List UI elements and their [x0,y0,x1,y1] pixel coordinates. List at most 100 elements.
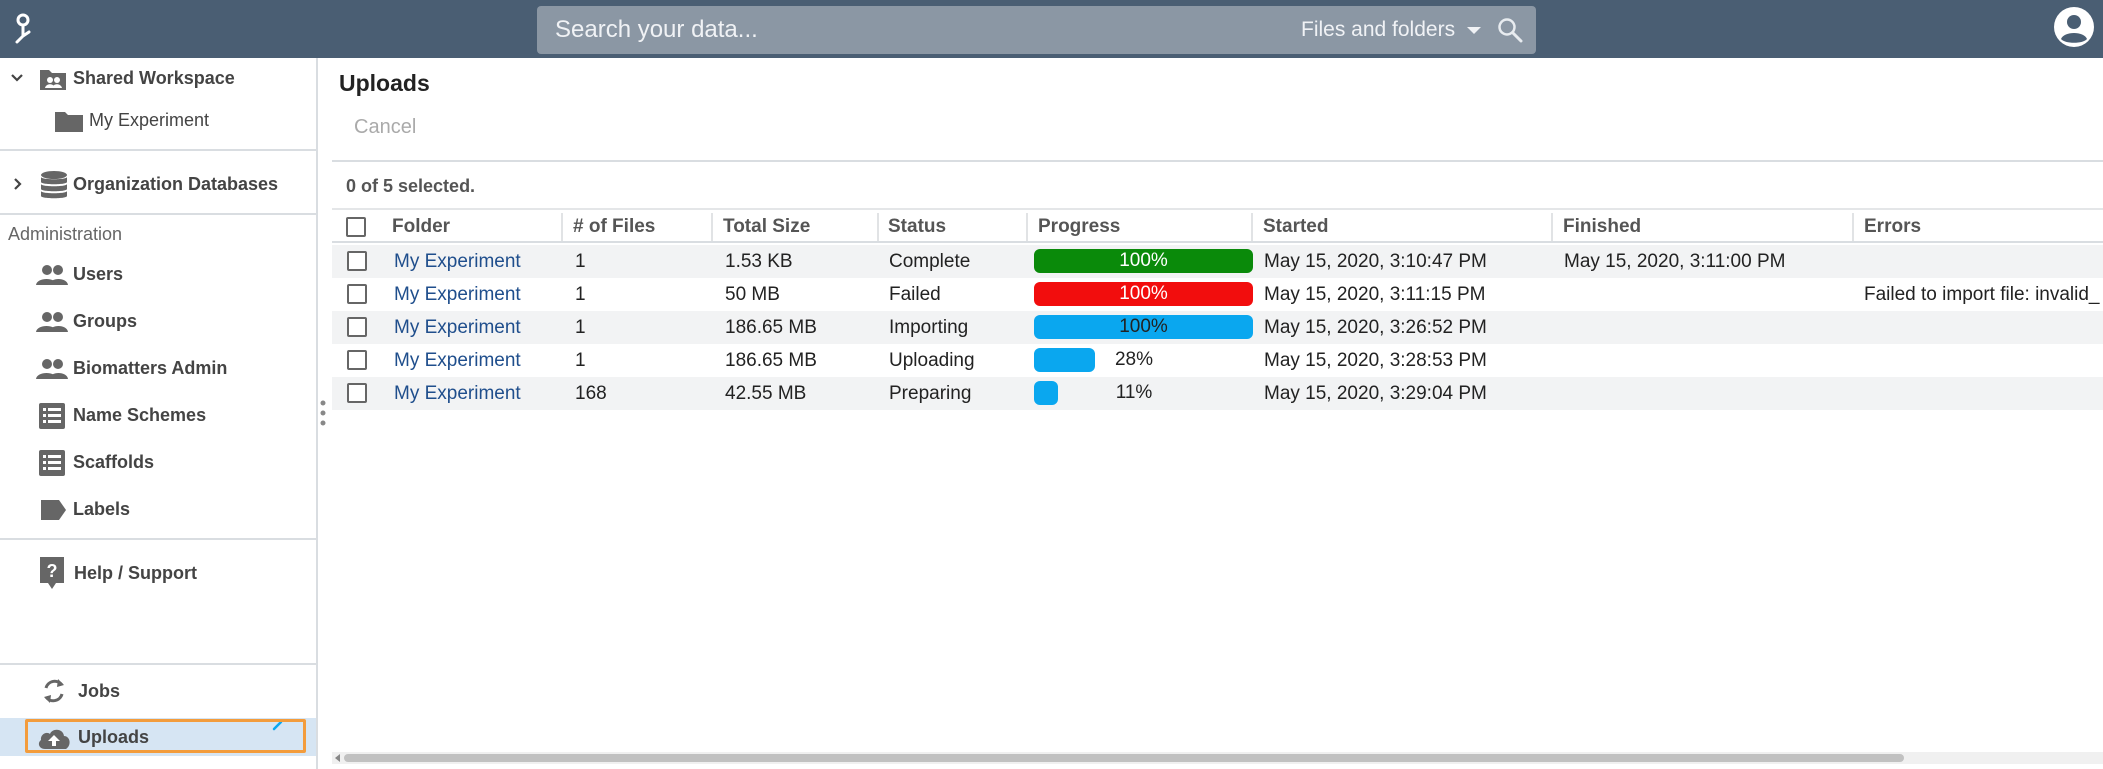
sidebar-item-label: My Experiment [89,109,210,130]
folder-link[interactable]: My Experiment [394,344,521,377]
horizontal-scrollbar[interactable] [332,752,2103,764]
sidebar-item-label: Scaffolds [73,451,155,472]
column-header-started[interactable]: Started [1263,211,1328,243]
sidebar-divider [0,149,316,151]
top-bar: Search your data... Files and folders [0,0,2103,58]
list-icon [39,403,65,429]
folder-link[interactable]: My Experiment [394,311,521,344]
progress-label: 100% [1119,250,1168,271]
sidebar-item-jobs[interactable]: Jobs [0,671,316,711]
progress-label: 11% [1115,382,1153,403]
row-checkbox[interactable] [347,251,367,271]
sidebar-item-label: Organization Databases [73,173,279,194]
cancel-button[interactable]: Cancel [354,116,416,139]
sidebar-item-label: Shared Workspace [73,67,235,88]
sidebar-item-label: Groups [73,310,138,331]
row-checkbox[interactable] [347,350,367,370]
table-header: Folder # of Files Total Size Status Prog… [332,211,2103,243]
column-header-status[interactable]: Status [888,211,946,243]
scroll-left-arrow-icon[interactable] [335,754,340,762]
table-row[interactable]: My Experiment 1 186.65 MB Importing 100%… [332,311,2103,344]
started-time: May 15, 2020, 3:26:52 PM [1264,317,1487,338]
progress-bar: 100% [1034,315,1253,339]
search-scope-select[interactable]: Files and folders [1301,6,1455,54]
folder-link[interactable]: My Experiment [394,278,521,311]
sidebar: Shared Workspace My Experiment Organizat… [0,58,318,769]
chevron-down-icon[interactable] [10,72,24,84]
folder-link[interactable]: My Experiment [394,245,521,278]
started-time: May 15, 2020, 3:28:53 PM [1264,350,1487,371]
search-bar[interactable]: Search your data... Files and folders [537,6,1536,54]
file-count: 1 [575,251,586,272]
scrollbar-thumb[interactable] [344,754,1904,762]
total-size: 42.55 MB [725,383,807,404]
app-logo-icon[interactable] [10,12,34,46]
table-top-divider [332,208,2103,210]
sidebar-item-my-experiment[interactable]: My Experiment [0,100,316,140]
total-size: 186.65 MB [725,317,817,338]
sidebar-divider [0,213,316,215]
row-checkbox[interactable] [347,284,367,304]
table-row[interactable]: My Experiment 1 1.53 KB Complete 100% Ma… [332,245,2103,278]
main-panel: Uploads Cancel 0 of 5 selected. Folder #… [332,58,2103,769]
progress-bar: 11% [1034,381,1253,405]
people-icon [36,359,68,379]
progress-bar: 28% [1034,348,1253,372]
search-icon[interactable] [1497,17,1523,43]
column-resize-handle[interactable] [877,213,879,241]
database-icon [41,171,67,199]
sidebar-item-scaffolds[interactable]: Scaffolds [0,442,316,482]
column-resize-handle[interactable] [711,213,713,241]
folder-link[interactable]: My Experiment [394,377,521,410]
account-avatar-icon[interactable] [2053,6,2095,48]
total-size: 186.65 MB [725,350,817,371]
select-all-checkbox[interactable] [346,217,366,237]
sidebar-item-groups[interactable]: Groups [0,301,316,341]
sidebar-item-users[interactable]: Users [0,254,316,294]
table-row[interactable]: My Experiment 1 186.65 MB Uploading 28% … [332,344,2103,377]
selection-status: 0 of 5 selected. [346,176,476,196]
progress-bar: 100% [1034,249,1253,273]
svg-text:?: ? [47,561,58,581]
sidebar-item-label: Labels [73,498,131,519]
sidebar-item-shared-workspace[interactable]: Shared Workspace [0,58,316,98]
sidebar-item-organization-databases[interactable]: Organization Databases [0,164,316,204]
sidebar-item-name-schemes[interactable]: Name Schemes [0,395,316,435]
column-header-folder[interactable]: Folder [392,211,450,243]
chevron-right-icon[interactable] [12,177,24,191]
column-header-total-size[interactable]: Total Size [723,211,810,243]
table-row[interactable]: My Experiment 168 42.55 MB Preparing 11%… [332,377,2103,410]
progress-fill [1034,381,1058,405]
sidebar-item-biomatters-admin[interactable]: Biomatters Admin [0,348,316,388]
chevron-down-icon[interactable] [1467,27,1481,34]
status-text: Failed [889,284,941,305]
page-title: Uploads [339,70,430,96]
sidebar-resize-handle[interactable] [320,400,326,426]
search-input[interactable]: Search your data... [555,6,758,54]
sidebar-item-labels[interactable]: Labels [0,489,316,529]
column-resize-handle[interactable] [1551,213,1553,241]
column-header-errors[interactable]: Errors [1864,211,1921,243]
progress-label: 100% [1119,283,1168,304]
people-icon [36,265,68,285]
column-resize-handle[interactable] [1026,213,1028,241]
row-checkbox[interactable] [347,317,367,337]
column-header-finished[interactable]: Finished [1563,211,1641,243]
started-time: May 15, 2020, 3:10:47 PM [1264,251,1487,272]
column-resize-handle[interactable] [561,213,563,241]
column-header-progress[interactable]: Progress [1038,211,1120,243]
row-checkbox[interactable] [347,383,367,403]
file-count: 1 [575,317,586,338]
total-size: 50 MB [725,284,780,305]
column-header-files[interactable]: # of Files [573,211,655,243]
sidebar-divider [0,538,316,540]
column-resize-handle[interactable] [1852,213,1854,241]
file-count: 1 [575,350,586,371]
sidebar-item-help-support[interactable]: ? Help / Support [0,553,316,593]
status-text: Uploading [889,350,975,371]
sidebar-item-label: Users [73,263,124,284]
sidebar-item-label: Jobs [78,680,121,701]
sidebar-item-label: Biomatters Admin [73,357,228,378]
column-resize-handle[interactable] [1251,213,1253,241]
table-row[interactable]: My Experiment 1 50 MB Failed 100% May 15… [332,278,2103,311]
